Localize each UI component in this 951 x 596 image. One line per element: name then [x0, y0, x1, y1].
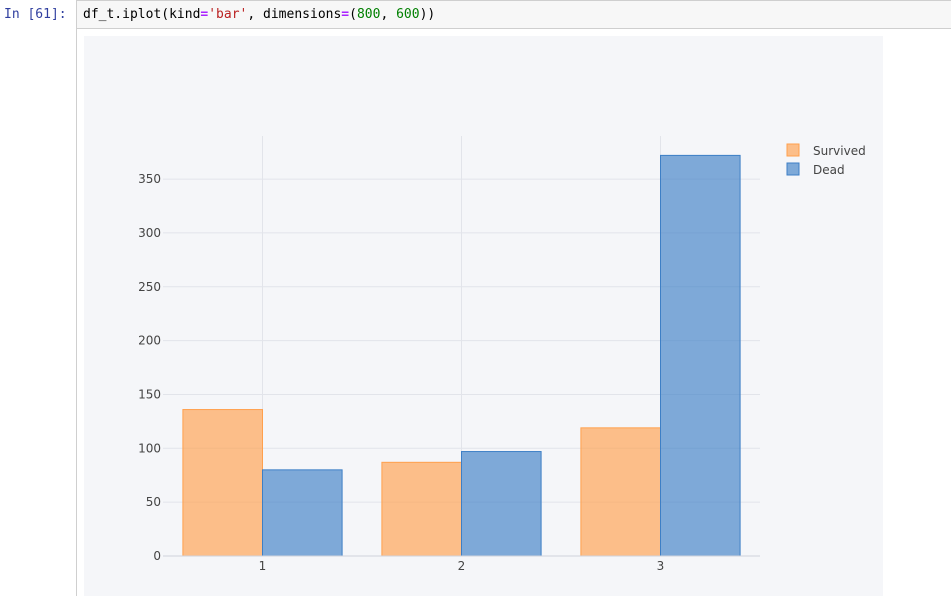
x-tick-label: 1 — [259, 559, 267, 573]
bar-dead-1 — [262, 469, 343, 557]
y-tick-label: 150 — [138, 387, 161, 401]
y-tick-label: 0 — [153, 549, 161, 563]
y-tick-label: 350 — [138, 172, 161, 186]
legend-swatch-survived — [786, 143, 800, 157]
y-tick-label: 200 — [138, 334, 161, 348]
bar-survived-1 — [182, 409, 263, 557]
x-tick-label: 2 — [458, 559, 466, 573]
y-tick-label: 50 — [146, 495, 161, 509]
x-tick-label: 3 — [657, 559, 665, 573]
y-tick-label: 100 — [138, 441, 161, 455]
legend-label-survived: Survived — [813, 144, 866, 158]
bar-chart: 0 50 100 150 200 250 300 350 1 2 3 Survived Dead — [138, 136, 866, 573]
y-tick-label: 250 — [138, 280, 161, 294]
legend-swatch-dead — [786, 162, 800, 176]
legend-label-dead: Dead — [813, 163, 845, 177]
bar-survived-3 — [580, 427, 662, 557]
y-tick-label: 300 — [138, 226, 161, 240]
bar-survived-2 — [381, 461, 462, 557]
bar-dead-2 — [461, 451, 542, 557]
notebook-cell: In [61]: df_t.iplot(kind='bar', dimensio… — [0, 0, 951, 596]
bar-dead-3 — [660, 154, 741, 557]
